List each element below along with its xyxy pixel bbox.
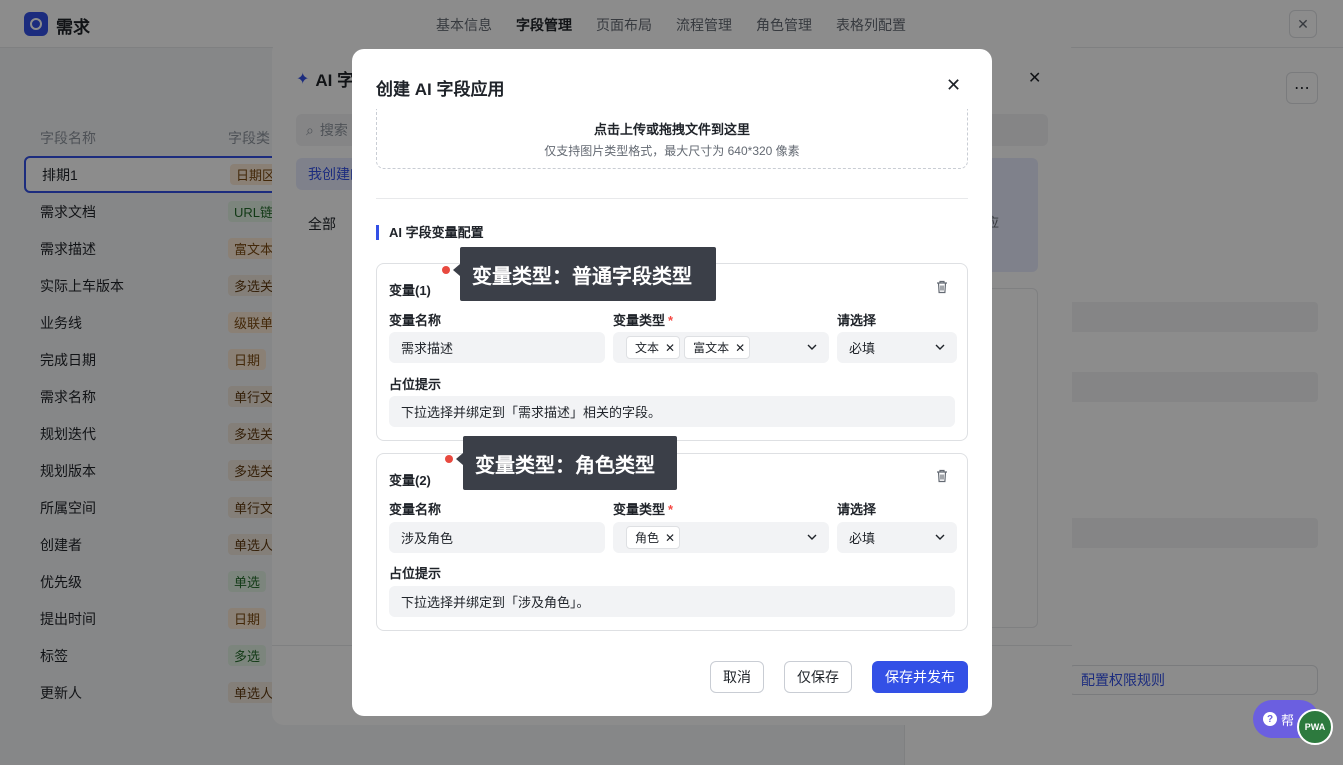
tooltip-arrow: [456, 453, 463, 465]
placeholder-input[interactable]: 下拉选择并绑定到「需求描述」相关的字段。: [389, 396, 955, 427]
close-icon[interactable]: ✕: [946, 75, 961, 96]
required-select[interactable]: 必填: [837, 332, 957, 363]
variable-title: 变量(2): [389, 473, 431, 488]
chevron-down-icon: [807, 344, 817, 350]
required-select[interactable]: 必填: [837, 522, 957, 553]
trash-icon[interactable]: [934, 468, 950, 484]
question-icon: ?: [1263, 712, 1277, 726]
close-icon[interactable]: ✕: [665, 531, 675, 545]
save-and-publish-button[interactable]: 保存并发布: [872, 661, 968, 693]
tooltip-arrow: [453, 264, 460, 276]
variable-title: 变量(1): [389, 283, 431, 298]
variable-name-input[interactable]: 涉及角色: [389, 522, 605, 553]
tag-role: 角色 ✕: [626, 526, 681, 549]
chevron-down-icon: [807, 534, 817, 540]
upload-title: 点击上传或拖拽文件到这里: [593, 122, 750, 137]
placeholder-input[interactable]: 下拉选择并绑定到「涉及角色」。: [389, 586, 955, 617]
variable-type-label: 变量类型 *: [613, 313, 674, 328]
upload-area[interactable]: 点击上传或拖拽文件到这里 仅支持图片类型格式，最大尺寸为 640*320 像素: [376, 109, 968, 169]
variable-type-select[interactable]: 文本 ✕ 富文本 ✕: [613, 332, 829, 363]
tag-rich-text: 富文本 ✕: [684, 336, 751, 359]
close-icon[interactable]: ✕: [735, 341, 745, 355]
select-label: 请选择: [837, 313, 877, 328]
chevron-down-icon: [935, 534, 945, 540]
tooltip-normal-field-type: 变量类型：普通字段类型: [460, 247, 716, 301]
variable-name-label: 变量名称: [389, 502, 442, 517]
tag-text: 文本 ✕: [626, 336, 681, 359]
close-icon[interactable]: ✕: [665, 341, 675, 355]
placeholder-label: 占位提示: [389, 566, 442, 581]
chevron-down-icon: [935, 344, 945, 350]
select-label: 请选择: [837, 502, 877, 517]
cancel-button[interactable]: 取消: [710, 661, 764, 693]
trash-icon[interactable]: [934, 279, 950, 295]
section-title: AI 字段变量配置: [376, 225, 484, 240]
modal-footer: 取消 仅保存 保存并发布: [352, 645, 992, 716]
save-only-button[interactable]: 仅保存: [784, 661, 852, 693]
tooltip-role-type: 变量类型：角色类型: [463, 436, 677, 490]
variable-type-label: 变量类型 *: [613, 502, 674, 517]
placeholder-label: 占位提示: [389, 377, 442, 392]
upload-hint: 仅支持图片类型格式，最大尺寸为 640*320 像素: [544, 144, 800, 158]
tooltip-anchor-dot: [442, 266, 450, 274]
modal-title: 创建 AI 字段应用: [376, 80, 505, 99]
pwa-badge[interactable]: PWA: [1297, 709, 1333, 745]
variable-name-label: 变量名称: [389, 313, 442, 328]
tooltip-anchor-dot: [445, 455, 453, 463]
divider: [376, 198, 968, 199]
variable-type-select[interactable]: 角色 ✕: [613, 522, 829, 553]
variable-name-input[interactable]: 需求描述: [389, 332, 605, 363]
